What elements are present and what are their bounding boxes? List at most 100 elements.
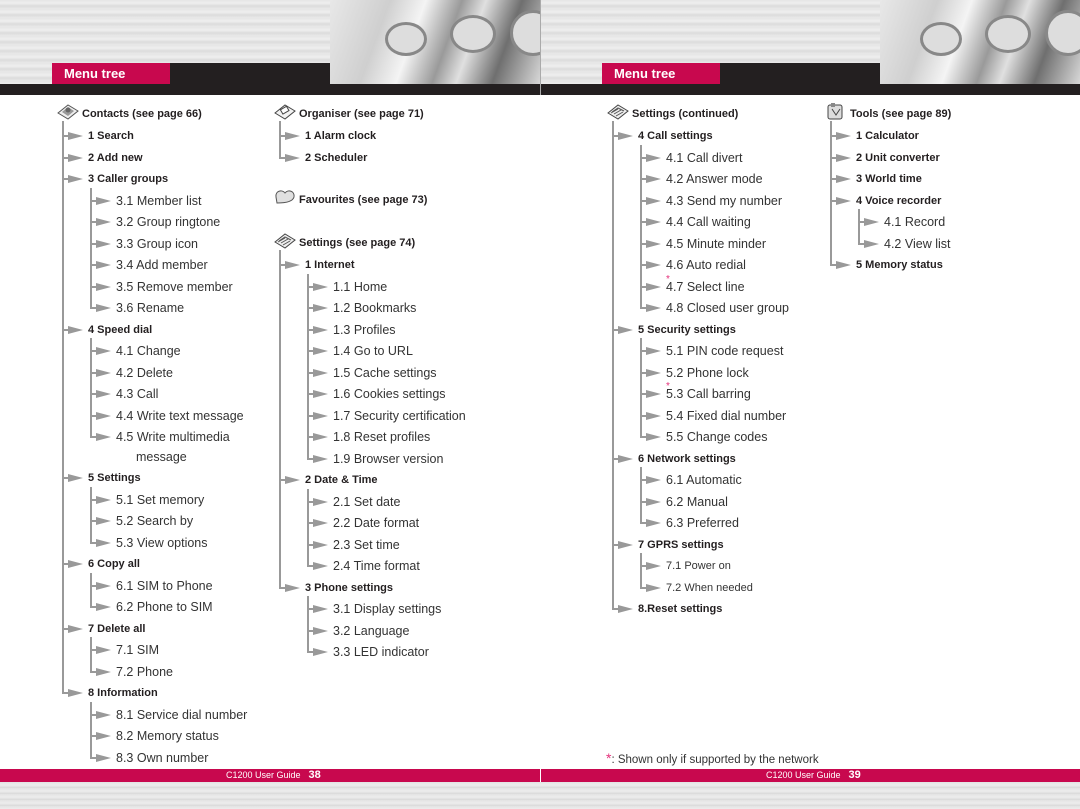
tree-connector [90,338,92,438]
submenu-item[interactable]: 1.4 Go to URL [333,341,413,361]
submenu-item[interactable]: 1.7 Security certification [333,406,466,426]
submenu-item[interactable]: 4.3 Send my number [666,191,782,211]
submenu-item[interactable]: 6.1 Automatic [666,470,742,490]
submenu-item[interactable]: 3.2 Language [333,621,409,641]
menu-item[interactable]: 8 Information [88,683,158,703]
submenu-item[interactable]: 3.5 Remove member [116,277,233,297]
tree-arrow-icon [62,468,84,488]
menu-item[interactable]: 2 Unit converter [856,148,940,168]
menu-item[interactable]: 8.Reset settings [638,599,722,619]
submenu-item[interactable]: 1.5 Cache settings [333,363,437,383]
submenu-item[interactable]: 3.2 Group ringtone [116,212,220,232]
tree-arrow-icon [307,320,329,340]
submenu-item[interactable]: 7.2 When needed [666,578,753,598]
header-rule-left [0,84,540,95]
submenu-item[interactable]: 3.1 Display settings [333,599,441,619]
submenu-item[interactable]: 3.3 Group icon [116,234,198,254]
submenu-item[interactable]: 5.5 Change codes [666,427,767,447]
submenu-item[interactable]: 8.2 Memory status [116,726,219,746]
tree-arrow-icon [307,298,329,318]
tree-connector [90,486,92,544]
menu-item[interactable]: 4 Speed dial [88,320,152,340]
submenu-item[interactable]: 4.5 Minute minder [666,234,766,254]
menu-item[interactable]: 6 Copy all [88,554,140,574]
submenu-item[interactable]: 7.1 SIM [116,640,159,660]
submenu-item[interactable]: 4.2 Delete [116,363,173,383]
menu-item[interactable]: 1 Alarm clock [305,126,376,146]
tree-arrow-icon [307,427,329,447]
menu-item[interactable]: 5 Memory status [856,255,943,275]
tree-arrow-icon [640,341,662,361]
submenu-item[interactable]: 5.1 PIN code request [666,341,783,361]
submenu-item[interactable]: 4.5 Write multimedia [116,427,230,447]
menu-item[interactable]: 3 Caller groups [88,169,168,189]
tree-connector [640,553,642,589]
menu-item[interactable]: 3 World time [856,169,922,189]
submenu-item[interactable]: 4.2 View list [884,234,950,254]
tree-arrow-icon [640,406,662,426]
submenu-item[interactable]: 1.2 Bookmarks [333,298,416,318]
submenu-item[interactable]: 2.4 Time format [333,556,420,576]
tree-connector [307,488,309,567]
submenu-item[interactable]: 8.1 Service dial number [116,705,247,725]
submenu-item[interactable]: 4.7 Select line [666,277,745,297]
menu-item[interactable]: 1 Calculator [856,126,919,146]
submenu-item[interactable]: 4.2 Answer mode [666,169,763,189]
submenu-item[interactable]: 5.1 Set memory [116,490,204,510]
submenu-item[interactable]: 2.1 Set date [333,492,400,512]
submenu-item[interactable]: 3.4 Add member [116,255,208,275]
menu-item[interactable]: 5 Settings [88,468,141,488]
submenu-item[interactable]: 4.4 Call waiting [666,212,751,232]
tree-arrow-icon [640,427,662,447]
submenu-item[interactable]: 4.4 Write text message [116,406,244,426]
submenu-item[interactable]: 7.2 Phone [116,662,173,682]
submenu-item[interactable]: 8.3 Own number [116,748,208,768]
submenu-item[interactable]: 4.6 Auto redial [666,255,746,275]
submenu-item[interactable]: 6.3 Preferred [666,513,739,533]
submenu-item[interactable]: 2.2 Date format [333,513,419,533]
tree-connector [307,273,309,460]
menu-item[interactable]: 7 GPRS settings [638,535,724,555]
menu-item[interactable]: 4 Call settings [638,126,713,146]
menu-item[interactable]: 2 Add new [88,148,143,168]
menu-item[interactable]: 4 Voice recorder [856,191,941,211]
submenu-item[interactable]: 4.1 Call divert [666,148,742,168]
submenu-item[interactable]: 3.1 Member list [116,191,201,211]
submenu-item[interactable]: 6.2 Phone to SIM [116,597,213,617]
submenu-item[interactable]: 2.3 Set time [333,535,400,555]
submenu-item[interactable]: 4.3 Call [116,384,158,404]
submenu-item[interactable]: 1.3 Profiles [333,320,396,340]
submenu-item[interactable]: 5.2 Phone lock [666,363,749,383]
menu-item[interactable]: 1 Search [88,126,134,146]
menu-item[interactable]: 7 Delete all [88,619,145,639]
submenu-item[interactable]: 5.3 View options [116,533,208,553]
tree-connector [279,121,281,159]
submenu-item[interactable]: 1.6 Cookies settings [333,384,446,404]
menu-item[interactable]: 2 Date & Time [305,470,378,490]
submenu-item[interactable]: 3.3 LED indicator [333,642,429,662]
tree-arrow-icon [640,169,662,189]
page-number: 39 [848,769,861,781]
tree-arrow-icon [90,427,112,447]
menu-item[interactable]: 1 Internet [305,255,355,275]
menu-item[interactable]: 6 Network settings [638,449,736,469]
submenu-item[interactable]: 5.2 Search by [116,511,193,531]
submenu-item[interactable]: 6.2 Manual [666,492,728,512]
submenu-item[interactable]: 6.1 SIM to Phone [116,576,213,596]
submenu-item[interactable]: 5.4 Fixed dial number [666,406,786,426]
submenu-item[interactable]: 3.6 Rename [116,298,184,318]
tree-connector [90,701,92,759]
submenu-item[interactable]: 5.3 Call barring [666,384,751,404]
footer-background [0,782,1080,809]
header-rule-right [541,84,1080,95]
menu-item[interactable]: 2 Scheduler [305,148,367,168]
menu-item[interactable]: 3 Phone settings [305,578,393,598]
submenu-item[interactable]: 1.8 Reset profiles [333,427,430,447]
submenu-item[interactable]: 7.1 Power on [666,556,731,576]
submenu-item[interactable]: 1.1 Home [333,277,387,297]
menu-item[interactable]: 5 Security settings [638,320,736,340]
submenu-item[interactable]: 4.8 Closed user group [666,298,789,318]
submenu-item[interactable]: 1.9 Browser version [333,449,443,469]
submenu-item[interactable]: 4.1 Record [884,212,945,232]
submenu-item[interactable]: 4.1 Change [116,341,181,361]
